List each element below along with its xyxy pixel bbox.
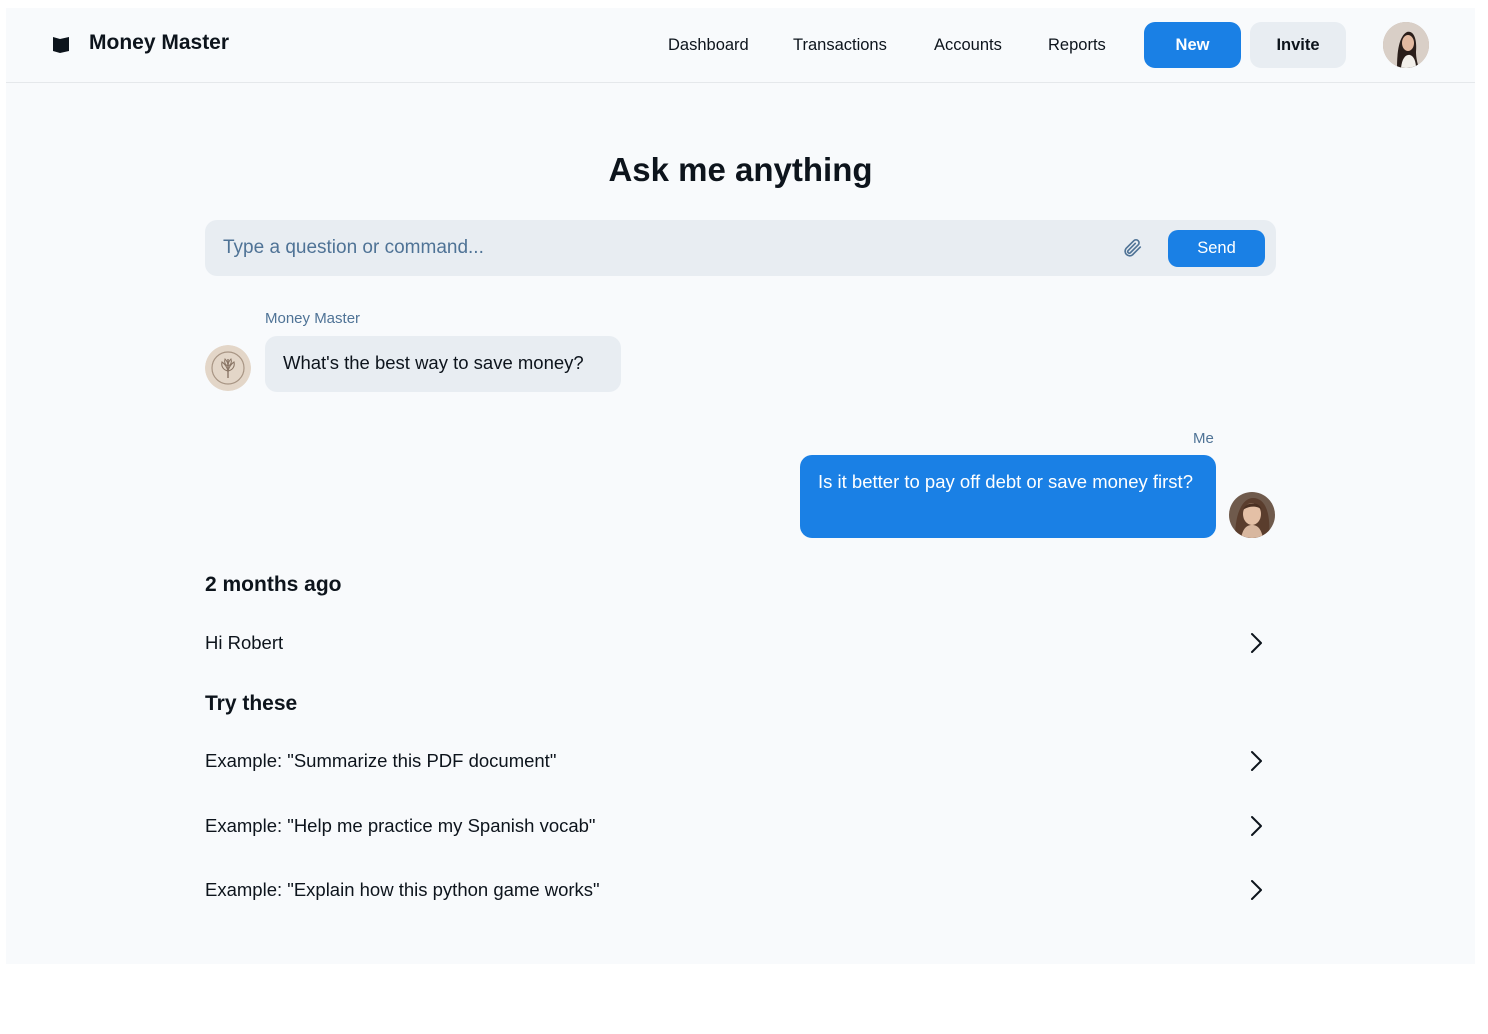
- suggestion-item-label: Example: "Help me practice my Spanish vo…: [205, 815, 596, 836]
- brand-name: Money Master: [89, 31, 230, 54]
- bot-sender-label: Money Master: [265, 310, 361, 327]
- bot-message-bubble: What's the best way to save money?: [265, 336, 621, 392]
- nav-transactions[interactable]: Transactions: [793, 36, 887, 55]
- suggestions-heading: Try these: [205, 692, 298, 715]
- suggestion-item[interactable]: Example: "Explain how this python game w…: [205, 870, 1276, 910]
- top-navbar: Money Master Dashboard Transactions Acco…: [6, 8, 1475, 83]
- chevron-right-icon: [1251, 633, 1262, 653]
- user-message-bubble: Is it better to pay off debt or save mon…: [800, 455, 1216, 538]
- app-frame: Money Master Dashboard Transactions Acco…: [6, 8, 1475, 964]
- user-avatar[interactable]: [1383, 22, 1429, 68]
- suggestion-item[interactable]: Example: "Summarize this PDF document": [205, 741, 1276, 781]
- suggestion-item[interactable]: Example: "Help me practice my Spanish vo…: [205, 806, 1276, 846]
- leaf-icon: [205, 345, 251, 391]
- history-item[interactable]: Hi Robert: [205, 623, 1276, 663]
- nav-dashboard[interactable]: Dashboard: [668, 36, 749, 55]
- invite-button[interactable]: Invite: [1250, 22, 1346, 68]
- suggestion-item-label: Example: "Explain how this python game w…: [205, 879, 600, 900]
- chevron-right-icon: [1251, 816, 1262, 836]
- send-button[interactable]: Send: [1168, 230, 1265, 267]
- new-button[interactable]: New: [1144, 22, 1241, 68]
- history-item-label: Hi Robert: [205, 632, 284, 653]
- bot-avatar: [205, 345, 251, 391]
- avatar-image: [1383, 22, 1429, 68]
- nav-reports[interactable]: Reports: [1048, 36, 1106, 55]
- suggestion-item-label: Example: "Summarize this PDF document": [205, 750, 557, 771]
- avatar-image: [1229, 492, 1275, 538]
- search-bar: Send: [205, 220, 1276, 276]
- chevron-right-icon: [1251, 880, 1262, 900]
- paperclip-icon[interactable]: [1121, 237, 1143, 259]
- nav-accounts[interactable]: Accounts: [934, 36, 1002, 55]
- flag-icon: [53, 37, 69, 53]
- user-sender-label: Me: [1193, 430, 1214, 447]
- chevron-right-icon: [1251, 751, 1262, 771]
- search-input[interactable]: [223, 220, 1103, 276]
- history-heading: 2 months ago: [205, 573, 342, 596]
- user-message-avatar: [1229, 492, 1275, 538]
- page-title: Ask me anything: [608, 151, 873, 188]
